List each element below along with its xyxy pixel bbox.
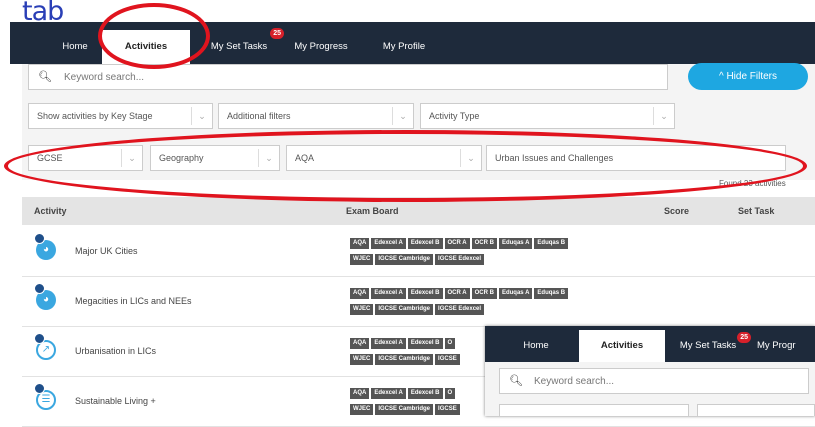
exam-board-tag: OCR B (471, 288, 497, 299)
inset-tab-my-progress[interactable]: My Progr (757, 330, 815, 362)
exam-board-tag: AQA (350, 288, 370, 299)
tab-my-set-tasks[interactable]: My Set Tasks 25 (204, 28, 284, 64)
exam-board-tag: Edexcel A (371, 338, 406, 349)
results-count: Found 23 activities (719, 179, 786, 188)
exam-board-tag: WJEC (350, 304, 374, 315)
activity-name[interactable]: Major UK Cities (75, 246, 138, 256)
exam-board-tag: IGCSE Edexcel (435, 304, 485, 315)
inset-filter-select[interactable] (499, 404, 689, 416)
exam-board-tag: IGCSE Cambridge (375, 404, 434, 415)
inset-tab-activities[interactable]: Activities (579, 330, 665, 362)
tab-home[interactable]: Home (50, 30, 100, 64)
exam-board-tag: IGCSE (435, 404, 460, 415)
exam-board-tag: AQA (350, 388, 370, 399)
status-dot (34, 333, 45, 344)
activity-name[interactable]: Urbanisation in LICs (75, 346, 156, 356)
col-set-task[interactable]: Set Task (738, 206, 774, 216)
inset-nav-bar: Home Activities My Set Tasks 25 My Progr (485, 326, 815, 362)
exam-board-tag: WJEC (350, 254, 374, 265)
exam-board-tag: Edexcel A (371, 238, 406, 249)
inset-filter-select[interactable] (697, 404, 815, 416)
table-header: Activity Exam Board Score Set Task (22, 197, 815, 225)
exam-board-tags: AQA Edexcel A Edexcel B OCR A OCR B Eduqas AE… (350, 236, 650, 268)
exam-board-tag: WJEC (350, 404, 374, 415)
exam-board-tag: Edexcel B (407, 238, 443, 249)
status-dot (34, 283, 45, 294)
topic-select[interactable]: Urban Issues and Challenges (486, 145, 786, 171)
inset-tab-home[interactable]: Home (503, 330, 569, 362)
table-row[interactable]: ◕ Megacities in LICs and NEEs AQA Edexcel… (22, 278, 815, 327)
chevron-down-icon: ⌄ (191, 107, 212, 125)
search-icon: 🔍︎ (38, 71, 52, 83)
activity-name[interactable]: Sustainable Living + (75, 396, 156, 406)
inset-screenshot: Home Activities My Set Tasks 25 My Progr… (485, 326, 815, 416)
table-row[interactable]: ◕ Major UK Cities AQA Edexcel A Edexcel BO… (22, 228, 815, 277)
exam-board-tag: IGCSE (435, 354, 460, 365)
inset-tab-my-set-tasks[interactable]: My Set Tasks 25 (673, 330, 751, 362)
activity-type-select[interactable]: Activity Type ⌄ (420, 103, 675, 129)
exam-board-tag: AQA (350, 238, 370, 249)
status-dot (34, 233, 45, 244)
chevron-down-icon: ⌄ (258, 149, 279, 167)
search-icon: 🔍︎ (509, 375, 523, 387)
exam-board-tag: Eduqas A (498, 288, 533, 299)
exam-board-tag: Edexcel B (407, 288, 443, 299)
exam-board-tag: Edexcel B (407, 388, 443, 399)
exam-board-tag: IGCSE Cambridge (375, 254, 434, 265)
hide-filters-button[interactable]: ^ Hide Filters (688, 63, 808, 90)
exam-board-tag: IGCSE Cambridge (375, 354, 434, 365)
tab-my-progress[interactable]: My Progress (286, 30, 356, 64)
exam-board-tag: Edexcel B (407, 338, 443, 349)
tab-activities[interactable]: Activities (102, 30, 190, 64)
col-exam-board[interactable]: Exam Board (346, 206, 399, 216)
exam-board-tag: WJEC (350, 354, 374, 365)
inset-set-tasks-badge: 25 (737, 332, 751, 343)
exam-board-tag: AQA (350, 338, 370, 349)
exam-board-tag: OCR A (444, 238, 470, 249)
exam-board-select[interactable]: AQA ⌄ (286, 145, 482, 171)
exam-board-tag: Edexcel A (371, 388, 406, 399)
set-tasks-count-badge: 25 (270, 28, 284, 39)
key-stage-select[interactable]: Show activities by Key Stage ⌄ (28, 103, 213, 129)
col-activity[interactable]: Activity (34, 206, 67, 216)
chevron-down-icon: ⌄ (392, 107, 413, 125)
exam-board-tag: IGCSE Cambridge (375, 304, 434, 315)
main-nav-bar: Home Activities My Set Tasks 25 My Progr… (10, 22, 815, 64)
chevron-down-icon: ⌄ (121, 149, 142, 167)
search-input[interactable]: 🔍︎ Keyword search... (28, 64, 668, 90)
exam-board-tag: O (444, 388, 456, 399)
additional-filters-select[interactable]: Additional filters ⌄ (218, 103, 414, 129)
exam-board-tag: OCR B (471, 238, 497, 249)
exam-board-tag: Eduqas B (534, 238, 569, 249)
subject-select[interactable]: Geography ⌄ (150, 145, 280, 171)
exam-board-tag: Eduqas A (498, 238, 533, 249)
exam-board-tags: AQA Edexcel A Edexcel B OCR A OCR B Eduqas AE… (350, 286, 650, 318)
status-dot (34, 383, 45, 394)
exam-board-tag: Eduqas B (534, 288, 569, 299)
inset-search-input[interactable]: 🔍︎ Keyword search... (499, 368, 809, 394)
exam-board-tag: IGCSE Edexcel (435, 254, 485, 265)
exam-board-tag: Edexcel A (371, 288, 406, 299)
exam-board-tag: OCR A (444, 288, 470, 299)
tab-my-profile[interactable]: My Profile (374, 30, 434, 64)
activity-name[interactable]: Megacities in LICs and NEEs (75, 296, 192, 306)
chevron-down-icon: ⌄ (653, 107, 674, 125)
col-score[interactable]: Score (664, 206, 689, 216)
chevron-down-icon: ⌄ (460, 149, 481, 167)
level-select[interactable]: GCSE ⌄ (28, 145, 143, 171)
exam-board-tag: O (444, 338, 456, 349)
